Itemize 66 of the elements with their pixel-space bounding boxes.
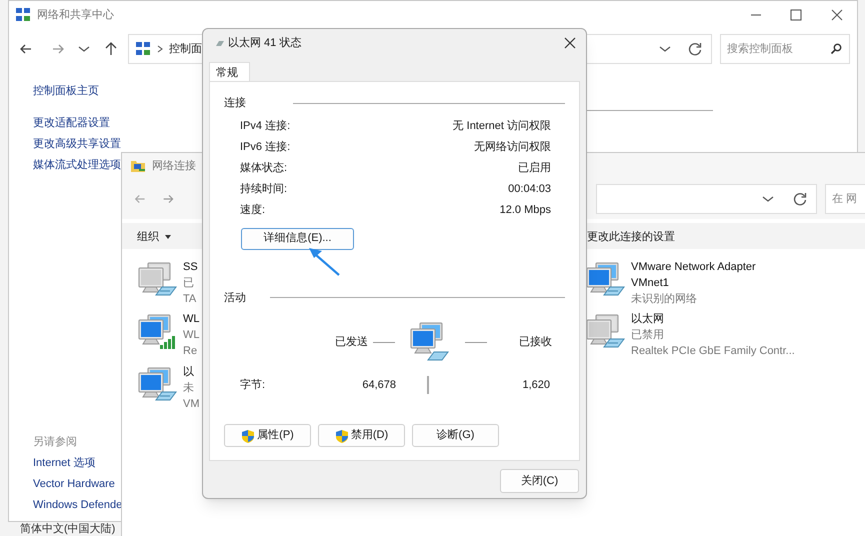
adapter-name[interactable]: WL: [183, 311, 200, 327]
annotation-arrow: [306, 245, 342, 277]
field-label: 速度:: [240, 202, 266, 218]
sidebar-link[interactable]: 更改高级共享设置: [33, 134, 121, 155]
window-title: 网络和共享中心: [37, 8, 114, 23]
adapter-device: TA: [183, 292, 196, 307]
received-label: 已接收: [519, 334, 552, 350]
adapter-status: 已禁用: [631, 328, 664, 343]
adapter-status: 未: [183, 381, 194, 396]
field-value: 无 Internet 访问权限: [452, 118, 551, 134]
language-indicator[interactable]: 简体中文(中国大陆): [20, 522, 116, 536]
field-label: IPv6 连接:: [240, 140, 290, 155]
network-logo-icon: [135, 41, 151, 57]
field-value: 00:04:03: [508, 182, 551, 197]
field-label: 持续时间:: [240, 182, 288, 197]
sidebar-link[interactable]: 控制面板主页: [33, 81, 99, 102]
see-also-heading: 另请参阅: [33, 435, 77, 450]
adapter-device: VM: [183, 397, 200, 412]
window-title: 网络连接: [152, 158, 196, 174]
bytes-received: 1,620: [521, 378, 550, 393]
see-also-link[interactable]: Internet 选项: [33, 453, 96, 474]
dialog-button[interactable]: 属性(P): [224, 424, 311, 447]
dialog-button[interactable]: 禁用(D): [318, 424, 405, 447]
folder-network-icon: [130, 158, 146, 174]
field-value: 已启用: [518, 160, 551, 176]
refresh-icon[interactable]: [687, 41, 703, 57]
close-icon[interactable]: [563, 36, 577, 50]
section-heading: 活动: [224, 290, 246, 306]
adapter-device: Re: [183, 344, 198, 359]
breadcrumb[interactable]: 控制面: [169, 40, 202, 58]
close-icon[interactable]: [830, 8, 844, 22]
section-heading: 连接: [224, 96, 246, 111]
search-icon[interactable]: [830, 43, 842, 55]
search-field[interactable]: 在 网: [824, 184, 865, 214]
dialog-button[interactable]: 诊断(G): [412, 424, 499, 447]
sidebar-link[interactable]: 媒体流式处理选项: [33, 155, 121, 176]
dialog-title: 以太网 41 状态: [228, 36, 302, 51]
toolbar-button[interactable]: 组织: [137, 229, 172, 246]
network-cable-icon: [215, 39, 225, 47]
network-logo-icon: [15, 7, 31, 23]
search-field[interactable]: 搜索控制面板: [720, 34, 850, 64]
bytes-label: 字节:: [240, 378, 266, 393]
field-label: IPv4 连接:: [240, 118, 290, 134]
see-also-link[interactable]: Vector Hardware: [33, 474, 115, 495]
bytes-sent: 64,678: [361, 378, 396, 393]
adapter-name[interactable]: 以: [183, 364, 194, 380]
see-also-link[interactable]: Windows Defende: [33, 495, 122, 516]
refresh-icon[interactable]: [792, 191, 808, 207]
sidebar-link[interactable]: 更改适配器设置: [33, 113, 110, 134]
sent-label: 已发送: [335, 334, 368, 350]
up-icon[interactable]: [103, 41, 119, 57]
network-activity-icon: [408, 321, 452, 363]
details-button[interactable]: 详细信息(E)...: [241, 228, 354, 250]
field-value: 无网络访问权限: [474, 140, 551, 155]
field-label: 媒体状态:: [240, 160, 288, 176]
chevron-icon: [155, 44, 165, 54]
toolbar-button[interactable]: 更改此连接的设置: [587, 229, 675, 246]
maximize-icon[interactable]: [789, 8, 803, 22]
adapter-name[interactable]: VMware Network Adapter VMnet1: [631, 259, 771, 291]
adapter-device: Realtek PCIe GbE Family Contr...: [631, 344, 795, 359]
adapter-status: 已: [183, 276, 194, 291]
adapter-status: WL: [183, 328, 200, 343]
field-value: 12.0 Mbps: [500, 202, 551, 218]
close-button[interactable]: 关闭(C): [500, 469, 579, 493]
tab[interactable]: 常规: [209, 62, 250, 81]
adapter-status: 未识别的网络: [631, 292, 697, 307]
